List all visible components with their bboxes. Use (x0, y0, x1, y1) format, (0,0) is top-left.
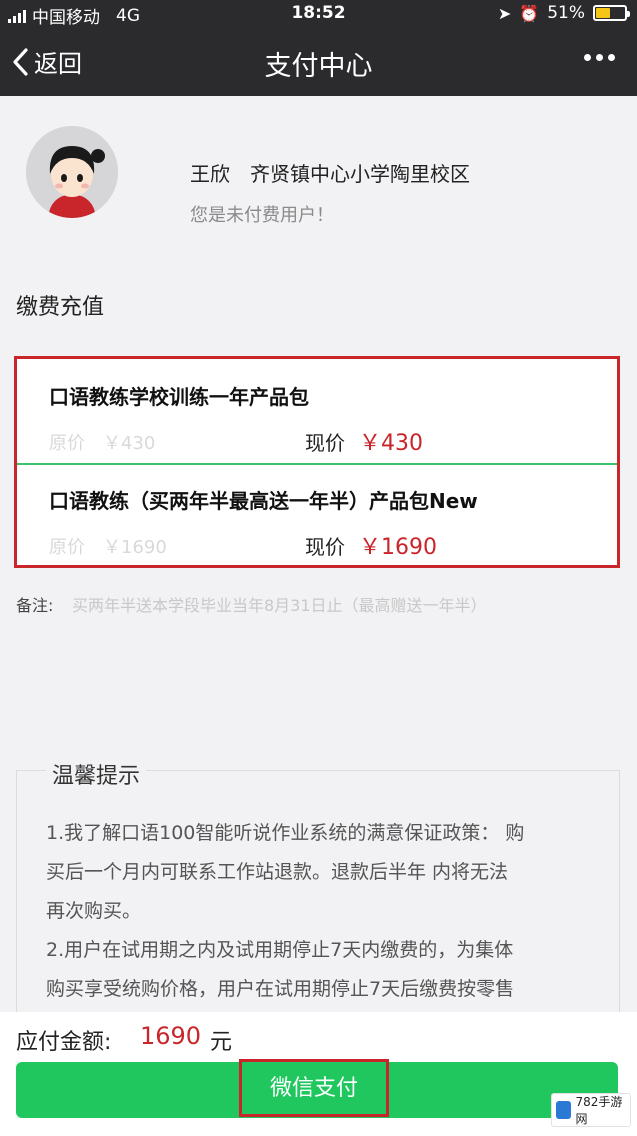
location-icon: ➤ (497, 3, 512, 23)
user-status: 您是未付费用户！ (190, 205, 334, 226)
tip-line: 买后一个月内可联系工作站退款。退款后半年 内将无法 (46, 861, 509, 883)
battery-percent: 51% (547, 3, 585, 23)
amount-label: 应付金额: (16, 1030, 112, 1055)
tip-line: 1.我了解口语100智能听说作业系统的满意保证政策： 购 (46, 822, 525, 844)
site-logo-icon (556, 1101, 572, 1119)
original-price: 原价 ￥430 (49, 433, 156, 454)
package-list: 口语教练学校训练一年产品包 原价 ￥430 现价 ￥430 口语教练（买两年半最… (14, 356, 620, 568)
current-price-label: 现价 (305, 535, 345, 559)
remark-label: 备注: (16, 596, 54, 615)
site-watermark: 782手游网 (551, 1093, 631, 1127)
watermark-text: 782手游网 (575, 1095, 623, 1126)
amount-value: 1690 (140, 1022, 202, 1050)
status-bar: 中国移动 4G 18:52 ➤ ⏰ 51% (0, 0, 637, 28)
package-name: 口语教练学校训练一年产品包 (49, 385, 309, 409)
tips-title: 温馨提示 (46, 758, 147, 790)
user-name-school: 王欣 齐贤镇中心小学陶里校区 (190, 162, 470, 186)
wechat-pay-label: 微信支付 (269, 1076, 358, 1101)
tip-line: 再次购买。 (46, 900, 142, 922)
page-title: 支付中心 (264, 51, 373, 82)
nav-bar: 返回 支付中心 (0, 28, 637, 96)
avatar (26, 126, 118, 218)
tip-line: 2.用户在试用期之内及试用期停止7天内缴费的，为集体 (46, 939, 514, 961)
original-price: 原价 ￥1690 (49, 537, 167, 558)
alarm-icon: ⏰ (519, 3, 540, 23)
remark-text: 买两年半送本学段毕业当年8月31日止（最高赠送一年半） (72, 596, 487, 615)
battery-icon (593, 5, 630, 21)
current-price: ￥1690 (359, 535, 437, 560)
tip-line: 购买享受统购价格，用户在试用期停止7天后缴费按零售 (46, 978, 515, 1000)
current-price: ￥430 (359, 431, 423, 456)
package-option-2[interactable]: 口语教练（买两年半最高送一年半）产品包New 原价 ￥1690 现价 ￥1690 (17, 465, 617, 565)
package-name: 口语教练（买两年半最高送一年半）产品包New (49, 489, 478, 513)
package-option-1[interactable]: 口语教练学校训练一年产品包 原价 ￥430 现价 ￥430 (17, 359, 617, 463)
more-icon[interactable] (584, 54, 615, 61)
current-price-label: 现价 (305, 431, 345, 455)
amount-unit: 元 (210, 1030, 233, 1055)
section-title: 缴费充值 (16, 295, 105, 320)
